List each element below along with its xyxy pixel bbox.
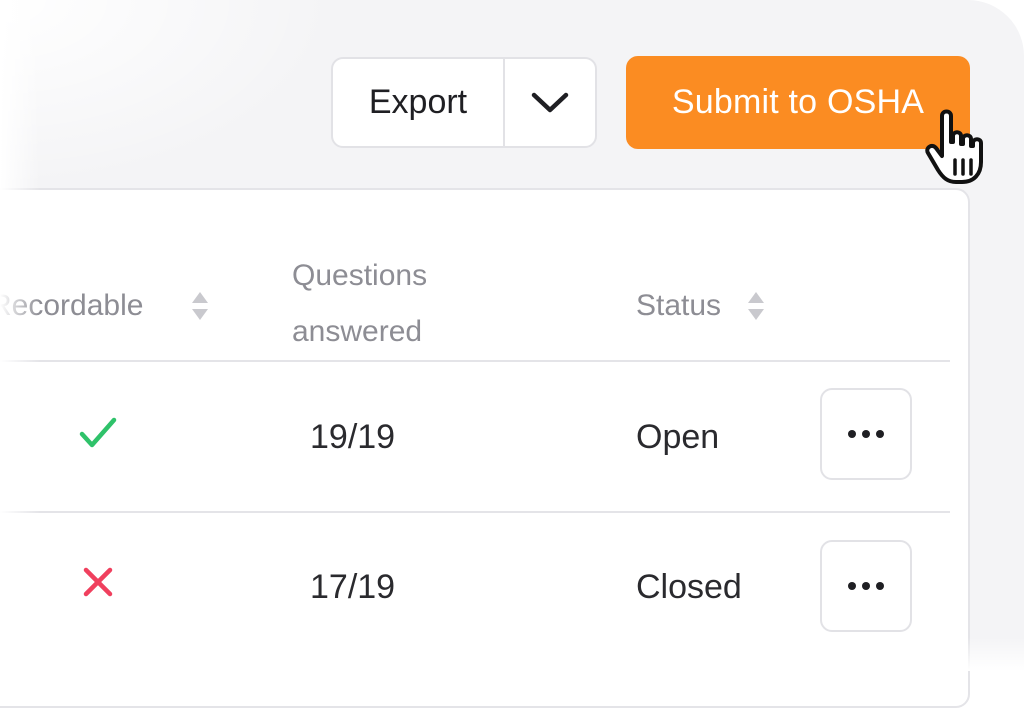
- column-header-status[interactable]: Status: [636, 278, 721, 334]
- cross-icon: [83, 567, 113, 597]
- row-divider: [0, 511, 950, 513]
- more-dot: [848, 430, 856, 438]
- column-header-questions-line1: Questions: [292, 259, 428, 292]
- more-dot: [876, 430, 884, 438]
- header-divider: [0, 360, 950, 362]
- chevron-down-icon: [531, 92, 569, 112]
- status-value: Closed: [636, 568, 742, 606]
- more-dot: [862, 430, 870, 438]
- more-dot: [848, 582, 856, 590]
- export-options-toggle[interactable]: [505, 59, 595, 146]
- submit-to-osha-button[interactable]: Submit to OSHA: [626, 56, 970, 149]
- questions-answered-value: 19/19: [310, 418, 396, 456]
- incidents-table: Recordable Questions answered Status 19/…: [0, 188, 970, 708]
- sort-icon[interactable]: [190, 290, 210, 322]
- column-header-recordable[interactable]: Recordable: [0, 278, 143, 334]
- sort-icon[interactable]: [746, 290, 766, 322]
- status-value: Open: [636, 418, 720, 456]
- row-actions-button[interactable]: [820, 540, 912, 632]
- check-icon: [79, 417, 117, 448]
- questions-answered-value: 17/19: [310, 568, 396, 606]
- column-header-questions-line2: answered: [292, 315, 423, 348]
- row-actions-button[interactable]: [820, 388, 912, 480]
- more-dot: [862, 582, 870, 590]
- export-button[interactable]: Export: [333, 59, 505, 146]
- hand-pointer-cursor-icon: [925, 109, 983, 184]
- export-split-button: Export: [331, 57, 597, 148]
- more-dot: [876, 582, 884, 590]
